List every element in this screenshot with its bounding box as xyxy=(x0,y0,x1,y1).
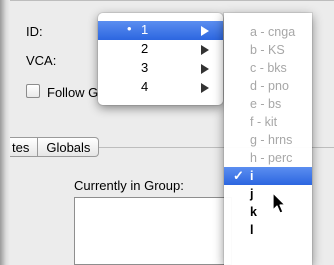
vca-label: VCA: xyxy=(26,53,57,68)
submenu-item-a: a - cnga xyxy=(250,25,296,39)
id-label: ID: xyxy=(26,24,43,39)
checkmark-icon: ✓ xyxy=(233,168,244,183)
tab-notes[interactable]: tes xyxy=(10,137,39,157)
group-number-menu: • 1 2 3 4 xyxy=(98,13,223,105)
menu-item-4[interactable]: 4 xyxy=(98,78,223,97)
menu-item-2[interactable]: 2 xyxy=(98,40,223,59)
group-list[interactable] xyxy=(74,197,232,265)
submenu-item-l[interactable]: l xyxy=(224,221,312,239)
follow-label: Follow G xyxy=(47,85,99,100)
follow-checkbox[interactable] xyxy=(26,84,40,98)
menu-item-3[interactable]: 3 xyxy=(98,59,223,78)
window-shadow xyxy=(0,0,10,265)
mouse-pointer-icon xyxy=(272,192,286,214)
submenu-item-d: d - pno xyxy=(250,79,289,93)
group-submenu: a - cnga b - KS c - bks d - pno e - bs f… xyxy=(224,13,312,265)
menu-item-1[interactable]: • 1 xyxy=(98,21,223,40)
submenu-item-f: f - kit xyxy=(250,115,278,129)
submenu-item-e: e - bs xyxy=(250,97,282,111)
menu-item-label: 3 xyxy=(141,60,149,75)
submenu-item-i[interactable]: ✓ i xyxy=(224,167,312,185)
submenu-item-h: h - perc xyxy=(250,151,293,165)
selected-bullet-icon: • xyxy=(127,21,132,36)
submenu-arrow-icon xyxy=(201,45,209,55)
submenu-item-b: b - KS xyxy=(250,43,285,57)
tab-globals[interactable]: Globals xyxy=(38,137,100,157)
menu-item-label: 1 xyxy=(141,22,149,37)
submenu-item-c: c - bks xyxy=(250,61,287,75)
menu-item-label: 4 xyxy=(141,79,149,94)
submenu-arrow-icon xyxy=(201,26,209,36)
menu-item-label: 2 xyxy=(141,41,149,56)
submenu-item-g: g - hrns xyxy=(250,133,293,147)
submenu-arrow-icon xyxy=(201,64,209,74)
tab-bar: tes Globals xyxy=(10,137,100,157)
submenu-item-k[interactable]: k xyxy=(224,203,312,221)
submenu-arrow-icon xyxy=(201,83,209,93)
submenu-item-j[interactable]: j xyxy=(224,185,312,203)
currently-in-group-label: Currently in Group: xyxy=(74,178,184,193)
